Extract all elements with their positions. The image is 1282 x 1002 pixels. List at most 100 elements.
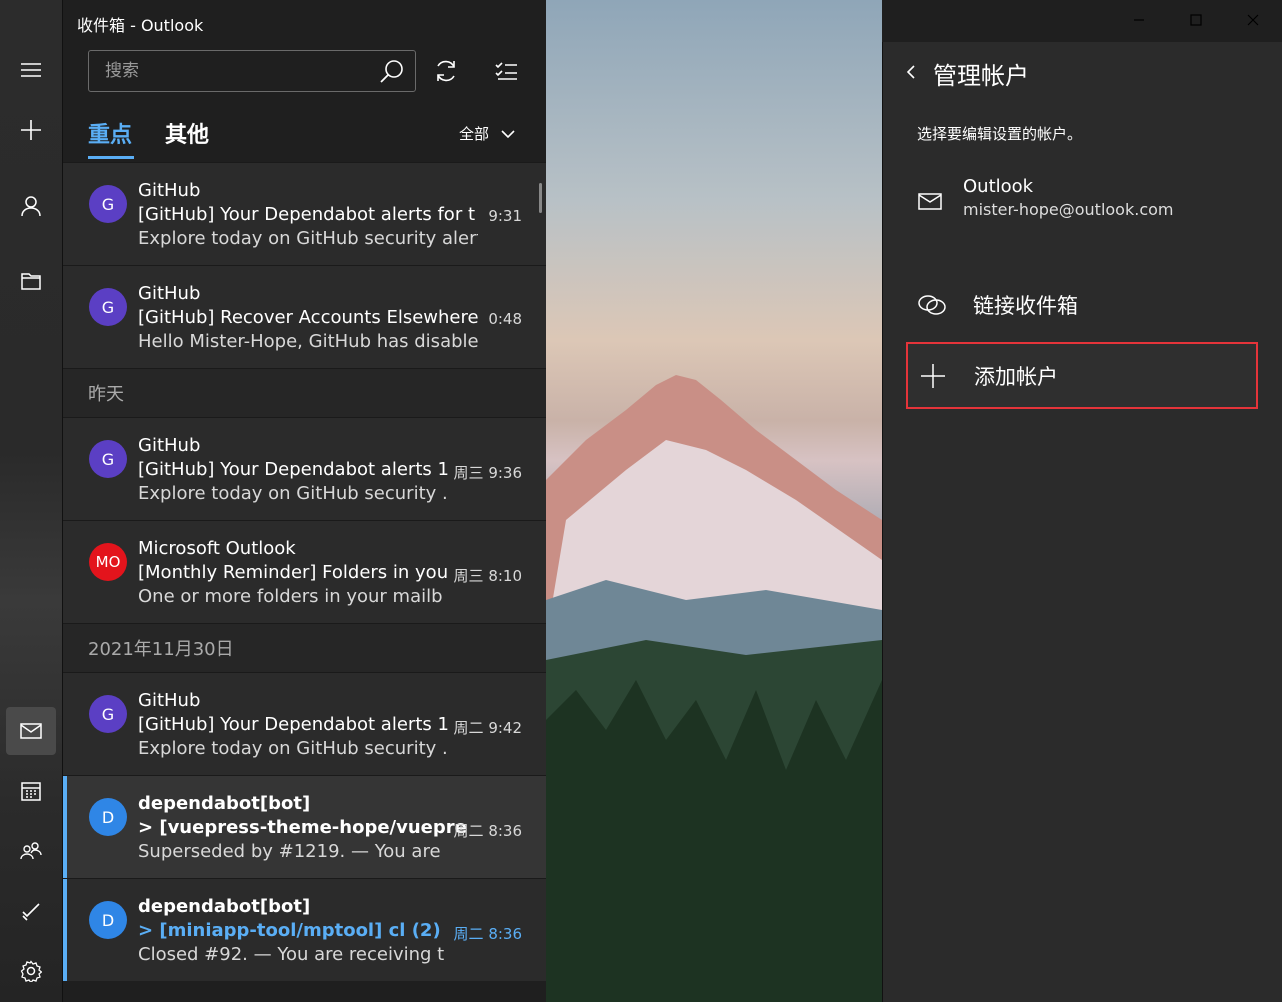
list-item[interactable]: G GitHub [GitHub] Your Dependabot alerts… <box>63 417 546 520</box>
calendar-button[interactable] <box>6 767 56 815</box>
new-mail-button[interactable] <box>6 106 56 154</box>
settings-button[interactable] <box>6 947 56 995</box>
mail-button[interactable] <box>6 707 56 755</box>
message-subject: [GitHub] Your Dependabot alerts for t <box>138 204 475 225</box>
background-wallpaper <box>546 0 882 1002</box>
folders-button[interactable] <box>6 257 56 305</box>
close-icon <box>1247 14 1258 26</box>
chevron-down-icon <box>501 129 515 138</box>
menu-button[interactable] <box>6 46 56 94</box>
close-button[interactable] <box>1224 0 1281 40</box>
refresh-icon <box>437 60 455 82</box>
people-button[interactable] <box>6 827 56 875</box>
message-subject: [GitHub] Your Dependabot alerts 1 <box>138 714 449 735</box>
message-time: 周三 9:36 <box>453 464 522 482</box>
filter-label: 全部 <box>459 125 490 143</box>
message-preview: Superseded by #1219. — You are <box>138 841 441 862</box>
list-item[interactable]: G GitHub [GitHub] Recover Accounts Elsew… <box>63 265 546 368</box>
account-outlook[interactable]: Outlook mister-hope@outlook.com <box>917 174 1267 230</box>
hamburger-icon <box>21 63 41 77</box>
group-header-yesterday: 昨天 <box>63 368 546 417</box>
search-box[interactable] <box>88 50 416 92</box>
mail-icon <box>20 723 42 739</box>
message-preview: Explore today on GitHub security . <box>138 483 448 504</box>
unread-bar <box>63 776 67 878</box>
plus-icon <box>921 364 945 388</box>
minimize-button[interactable] <box>1110 0 1167 40</box>
todo-button[interactable] <box>6 887 56 935</box>
message-sender: Microsoft Outlook <box>138 538 296 559</box>
add-account-button[interactable]: 添加帐户 <box>906 342 1258 409</box>
list-item[interactable]: D dependabot[bot] > [miniapp-tool/mptool… <box>63 878 546 981</box>
message-time: 周二 9:42 <box>453 719 522 737</box>
minimize-icon <box>1133 19 1144 21</box>
message-time: 周二 8:36 <box>453 925 522 943</box>
mountain-image <box>546 375 882 1002</box>
checklist-icon <box>495 62 517 80</box>
add-account-label: 添加帐户 <box>974 365 1058 389</box>
avatar: MO <box>89 543 127 581</box>
sync-button[interactable] <box>430 55 462 87</box>
panel-description: 选择要编辑设置的帐户。 <box>917 125 1083 143</box>
avatar: G <box>89 695 127 733</box>
scrollbar-thumb[interactable] <box>539 183 542 213</box>
message-preview: Explore today on GitHub security . <box>138 738 448 759</box>
person-icon <box>21 196 41 217</box>
link-inboxes-label: 链接收件箱 <box>973 294 1078 318</box>
list-item[interactable]: G GitHub [GitHub] Your Dependabot alerts… <box>63 162 546 265</box>
folder-icon <box>21 273 41 290</box>
tab-underline <box>88 156 134 159</box>
avatar: D <box>89 901 127 939</box>
message-subject: [GitHub] Your Dependabot alerts 1 <box>138 459 449 480</box>
tab-other[interactable]: 其他 <box>165 117 209 149</box>
gear-icon <box>20 960 42 982</box>
people-icon <box>20 842 42 860</box>
message-time: 0:48 <box>488 310 522 328</box>
back-chevron-icon[interactable] <box>901 62 921 82</box>
message-sender: GitHub <box>138 283 201 304</box>
message-subject: > [vuepress-theme-hope/vuepre <box>138 817 467 838</box>
avatar: G <box>89 440 127 478</box>
select-mode-button[interactable] <box>490 55 522 87</box>
window-title: 收件箱 - Outlook <box>77 16 204 35</box>
message-time: 9:31 <box>488 207 522 225</box>
nav-rail <box>0 0 62 1002</box>
maximize-button[interactable] <box>1167 0 1224 40</box>
message-sender: GitHub <box>138 180 201 201</box>
checkmark-icon <box>22 903 40 921</box>
calendar-icon <box>21 782 41 801</box>
message-preview: Hello Mister-Hope, GitHub has disable <box>138 331 478 352</box>
accounts-button[interactable] <box>6 182 56 230</box>
list-item-selected[interactable]: D dependabot[bot] > [vuepress-theme-hope… <box>63 775 546 878</box>
message-sender: GitHub <box>138 435 201 456</box>
account-email: mister-hope@outlook.com <box>963 200 1174 219</box>
avatar: G <box>89 288 127 326</box>
message-subject: [Monthly Reminder] Folders in you <box>138 562 449 583</box>
avatar: D <box>89 798 127 836</box>
mail-icon <box>918 193 942 210</box>
search-input[interactable] <box>103 59 357 83</box>
message-time: 周三 8:10 <box>453 567 522 585</box>
message-subject: [GitHub] Recover Accounts Elsewhere <box>138 307 478 328</box>
list-item[interactable]: G GitHub [GitHub] Your Dependabot alerts… <box>63 672 546 775</box>
account-name: Outlook <box>963 176 1034 197</box>
tab-focused[interactable]: 重点 <box>88 117 132 149</box>
maximize-icon <box>1189 14 1202 26</box>
link-inboxes-button[interactable]: 链接收件箱 <box>917 288 1267 322</box>
search-icon[interactable] <box>379 58 405 84</box>
message-sender: GitHub <box>138 690 201 711</box>
plus-icon <box>21 120 41 140</box>
message-sender: dependabot[bot] <box>138 793 311 814</box>
message-list-pane: 收件箱 - Outlook 重点 其他 全部 G GitHub [GitHub]… <box>62 0 546 1002</box>
manage-accounts-panel: 管理帐户 选择要编辑设置的帐户。 Outlook mister-hope@out… <box>882 42 1282 1002</box>
message-subject: > [miniapp-tool/mptool] cl (2) <box>138 920 441 941</box>
message-time: 周二 8:36 <box>453 822 522 840</box>
message-preview: One or more folders in your mailb <box>138 586 443 607</box>
panel-title: 管理帐户 <box>933 62 1029 90</box>
list-item[interactable]: MO Microsoft Outlook [Monthly Reminder] … <box>63 520 546 623</box>
group-header-date: 2021年11月30日 <box>63 623 546 672</box>
filter-dropdown[interactable]: 全部 <box>459 123 515 144</box>
avatar: G <box>89 185 127 223</box>
message-preview: Explore today on GitHub security alert <box>138 228 478 249</box>
message-sender: dependabot[bot] <box>138 896 311 917</box>
